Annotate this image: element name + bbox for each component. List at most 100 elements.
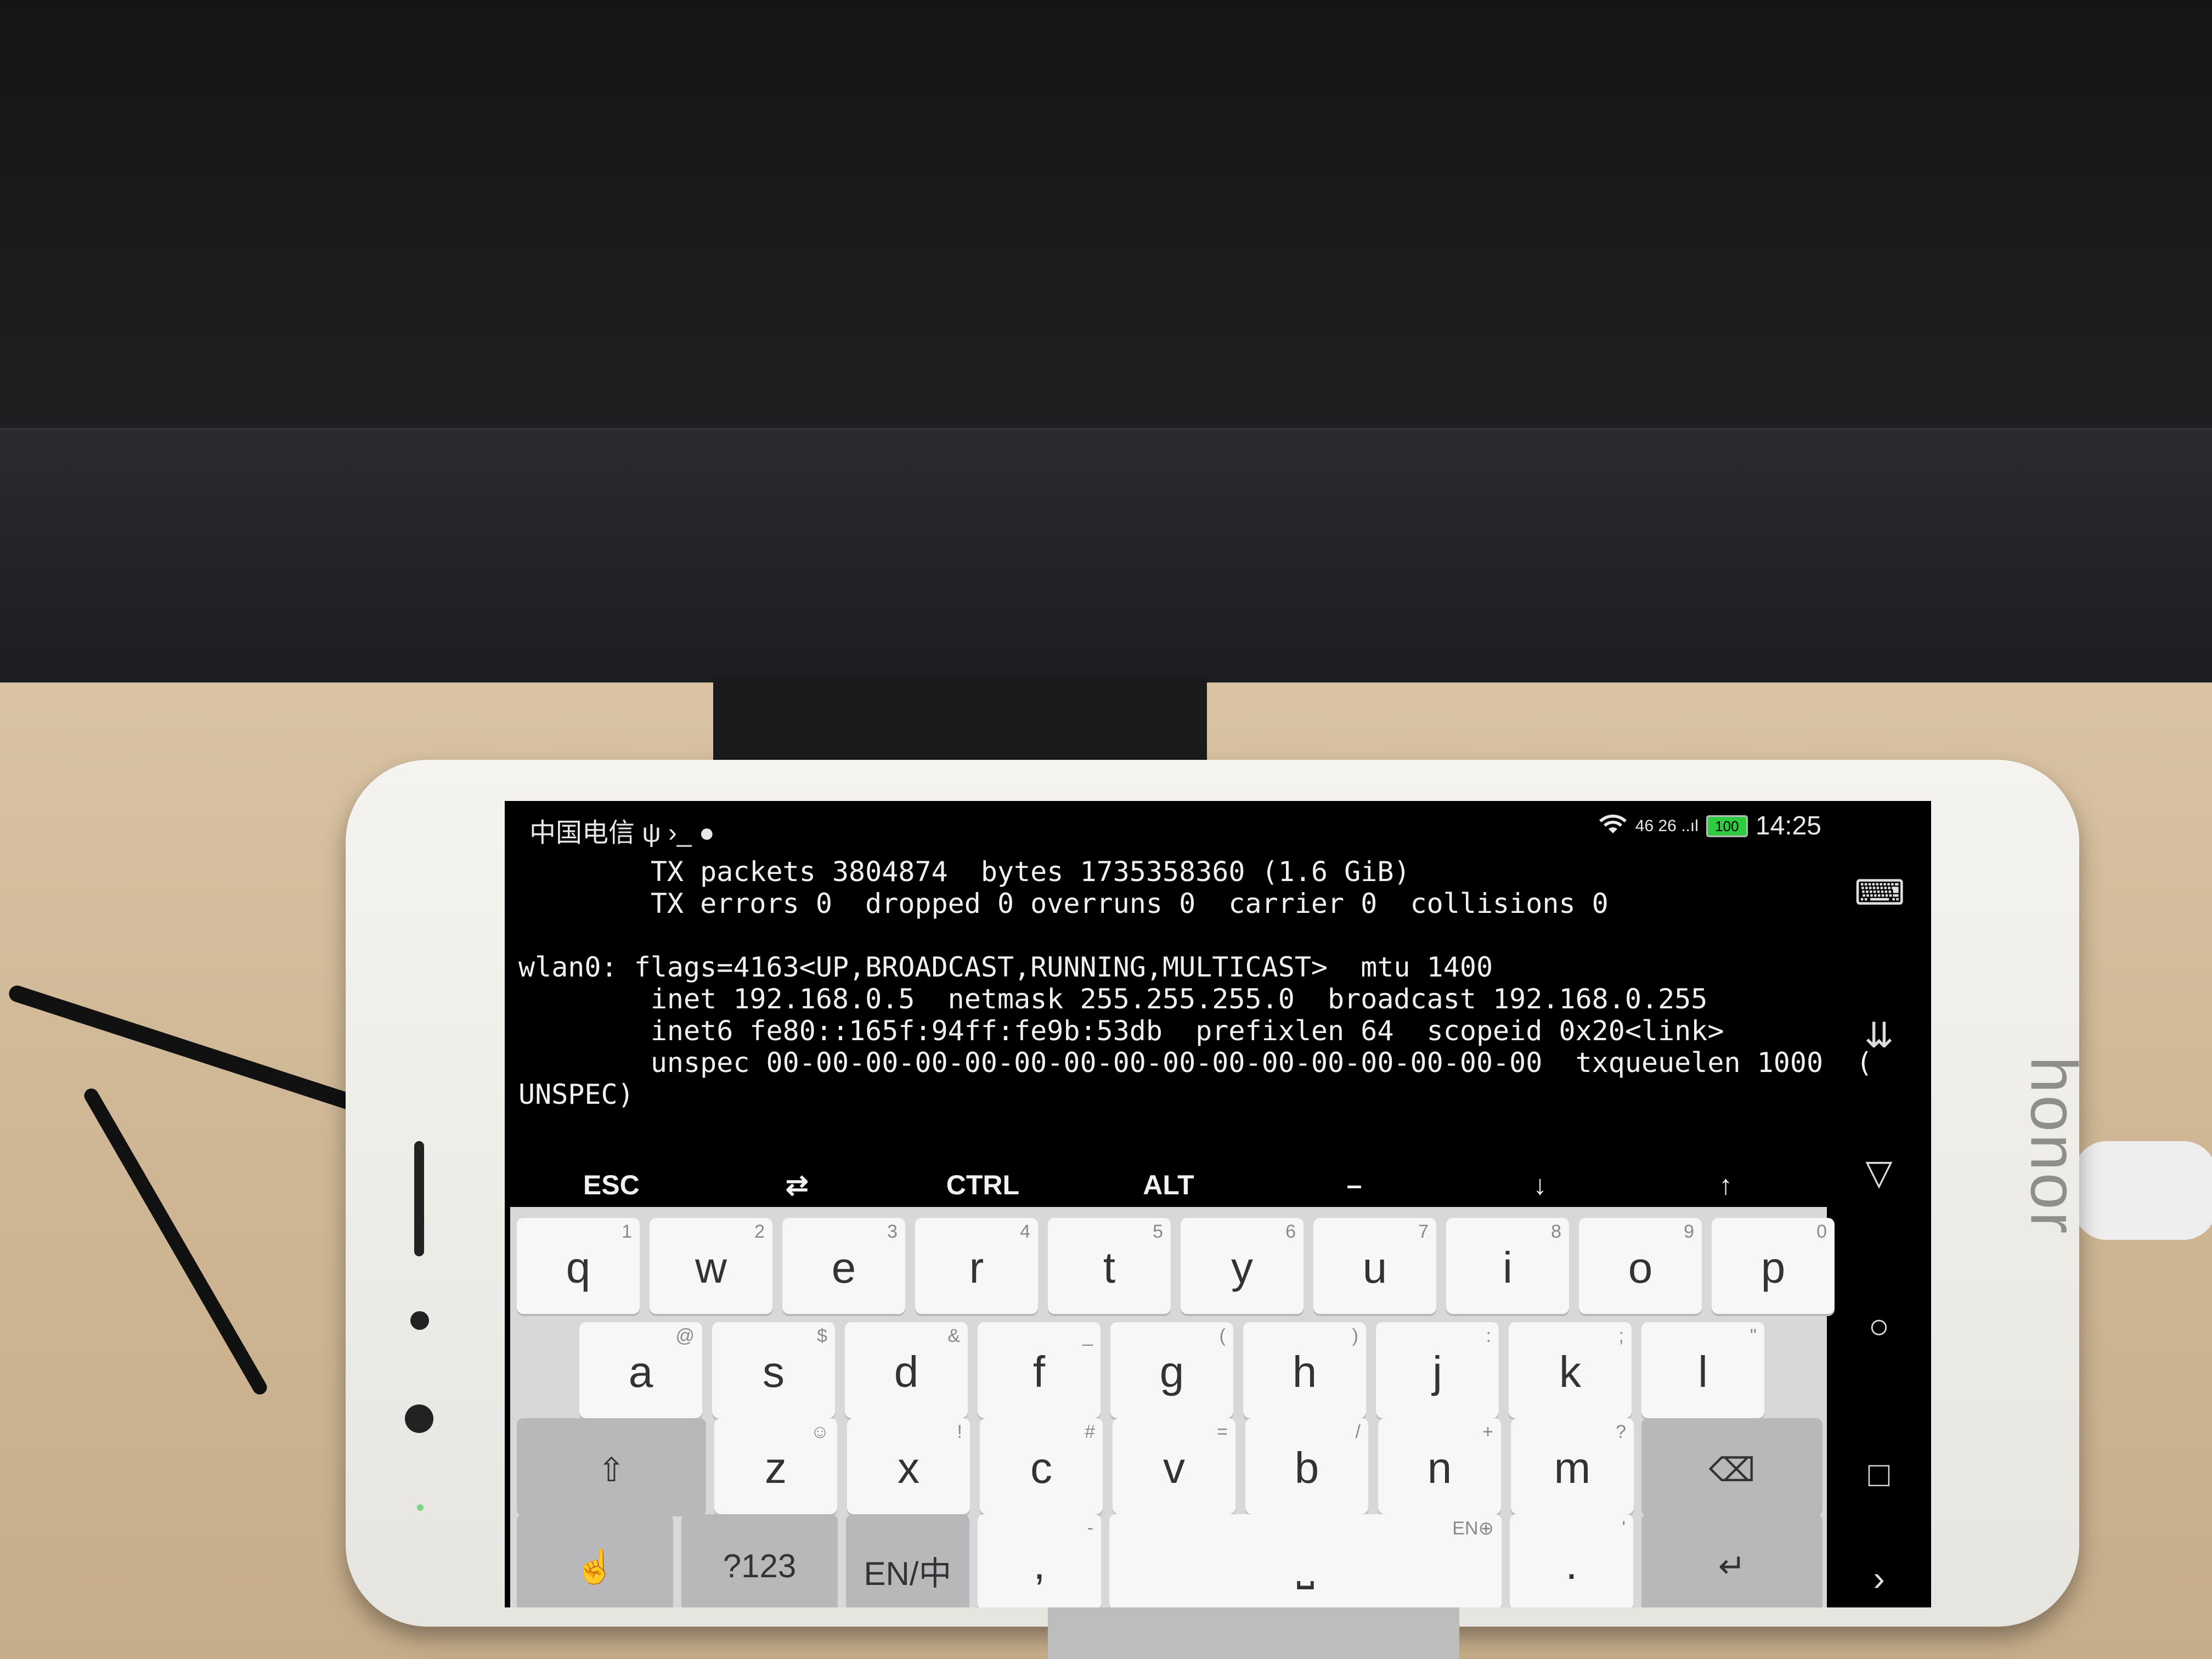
key-s[interactable]: s $ [712, 1322, 835, 1418]
key-h[interactable]: h) [1243, 1322, 1366, 1418]
key-o[interactable]: o9 [1579, 1218, 1702, 1314]
numbers-key[interactable]: ?123 [681, 1514, 838, 1607]
home-icon[interactable]: ○ [1854, 1306, 1904, 1346]
key-hint: ) [1352, 1325, 1358, 1346]
key-f[interactable]: f _ [978, 1322, 1101, 1418]
key-hint: 9 [1684, 1221, 1694, 1242]
key-hint: ? [1616, 1421, 1626, 1442]
key-hint: = [1217, 1421, 1228, 1442]
monitor-stand [713, 675, 1207, 768]
extra-key[interactable]: CTRL [928, 1169, 1037, 1201]
key-label: y [1231, 1243, 1253, 1292]
key-label: ↵ [1718, 1548, 1746, 1584]
key-label: n [1427, 1443, 1452, 1492]
key-hint: ☺ [810, 1421, 830, 1442]
key-label: ☝ [574, 1548, 616, 1585]
key-hint: ; [1618, 1325, 1624, 1346]
key-label: p [1760, 1243, 1786, 1292]
key-label: r [969, 1243, 984, 1292]
shift-key[interactable]: ⇧ [517, 1418, 706, 1514]
key-t[interactable]: t5 [1048, 1218, 1171, 1314]
key-label: j [1432, 1347, 1442, 1396]
key-z[interactable]: z ☺ [714, 1418, 837, 1514]
key-n[interactable]: n + [1378, 1418, 1501, 1514]
status-icons: 46 26 ..ıl 100 14:25 [1598, 811, 1821, 841]
key-hint: 2 [754, 1221, 765, 1242]
key-label: EN/中 [864, 1555, 952, 1592]
soft-keyboard: q 1 w 2 e 3 r 4 t 5 y 6 u 7 i 8 o 9 p 0 a @ s $ d & f _ g(h) j: k; l " ⇧ z… [510, 1207, 1835, 1607]
monitor-bezel [0, 428, 2212, 682]
key-hint: - [1087, 1517, 1093, 1538]
key-hint: # [1085, 1421, 1095, 1442]
extra-key[interactable]: ↑ [1671, 1169, 1781, 1201]
key-d[interactable]: d & [845, 1322, 968, 1418]
key-p[interactable]: p0 [1712, 1218, 1835, 1314]
terminal-line: wlan0: flags=4163<UP,BROADCAST,RUNNING,M… [518, 951, 1493, 983]
keyboard-icon[interactable]: ⌨ [1854, 872, 1905, 913]
comma-key[interactable]: ,- [978, 1514, 1101, 1607]
usb-cable [2074, 1141, 2212, 1240]
key-b[interactable]: b / [1245, 1418, 1368, 1514]
key-e[interactable]: e3 [782, 1218, 905, 1314]
extra-key[interactable]: ALT [1114, 1169, 1223, 1201]
key-hint: 0 [1816, 1221, 1827, 1242]
key-g[interactable]: g( [1110, 1322, 1233, 1418]
key-hint: : [1486, 1325, 1491, 1346]
key-label: ⎵ [1296, 1539, 1314, 1588]
terminal-line: TX errors 0 dropped 0 overruns 0 carrier… [518, 888, 1609, 919]
key-w[interactable]: w2 [650, 1218, 772, 1314]
key-label: i [1503, 1243, 1513, 1292]
key-l[interactable]: l " [1641, 1322, 1764, 1418]
key-q[interactable]: q1 [517, 1218, 640, 1314]
terminal-line: UNSPEC) [518, 1079, 634, 1110]
carrier-label: 中国电信 ψ ›_ ● [529, 819, 715, 848]
key-u[interactable]: u7 [1313, 1218, 1436, 1314]
navigation-bar: ⌨ ⇊ ▽ ○ □ › [1827, 850, 1931, 1607]
key-label: a [628, 1347, 653, 1396]
terminal-line: inet6 fe80::165f:94ff:fe9b:53db prefixle… [518, 1015, 1724, 1047]
key-hint: 7 [1418, 1221, 1429, 1242]
key-k[interactable]: k; [1509, 1322, 1632, 1418]
brand-logo: honor [2017, 1056, 2091, 1236]
space-key[interactable]: ⎵ EN⊕ [1109, 1514, 1502, 1607]
key-c[interactable]: c # [980, 1418, 1103, 1514]
enter-key[interactable]: ↵ [1641, 1514, 1822, 1607]
key-hint: $ [817, 1325, 827, 1346]
terminal-line: unspec 00-00-00-00-00-00-00-00-00-00-00-… [518, 1047, 1873, 1079]
key-m[interactable]: m? [1511, 1418, 1634, 1514]
extra-key[interactable]: – [1300, 1169, 1409, 1201]
key-j[interactable]: j: [1376, 1322, 1499, 1418]
gesture-key[interactable]: ☝ [517, 1514, 673, 1607]
back-icon[interactable]: ▽ [1854, 1152, 1904, 1193]
signal-icon: 46 26 ..ıl [1635, 816, 1699, 835]
key-r[interactable]: r4 [915, 1218, 1038, 1314]
key-label: b [1294, 1443, 1319, 1492]
key-hint: ( [1219, 1325, 1226, 1346]
key-y[interactable]: y6 [1181, 1218, 1304, 1314]
extra-key[interactable]: ⇄ [742, 1169, 852, 1201]
extra-key[interactable]: ↓ [1485, 1169, 1595, 1201]
key-label: ?123 [723, 1548, 797, 1584]
collapse-icon[interactable]: ⇊ [1854, 1015, 1904, 1056]
extra-key[interactable]: ESC [556, 1169, 666, 1201]
period-key[interactable]: . ' [1510, 1514, 1633, 1607]
key-label: c [1030, 1443, 1052, 1492]
key-label: q [566, 1243, 591, 1292]
language-key[interactable]: EN/中 [846, 1514, 969, 1607]
key-hint: ! [957, 1421, 962, 1442]
key-label: x [898, 1443, 919, 1492]
wifi-icon [1598, 811, 1628, 841]
key-label: v [1163, 1443, 1185, 1492]
key-label: ⌫ [1708, 1452, 1756, 1488]
key-i[interactable]: i8 [1446, 1218, 1569, 1314]
key-label: l [1698, 1347, 1708, 1396]
key-hint: " [1750, 1325, 1757, 1346]
recents-icon[interactable]: □ [1854, 1454, 1904, 1494]
key-x[interactable]: x! [847, 1418, 970, 1514]
key-label: k [1559, 1347, 1581, 1396]
key-a[interactable]: a @ [579, 1322, 702, 1418]
key-v[interactable]: v = [1113, 1418, 1235, 1514]
chevron-right-icon[interactable]: › [1854, 1558, 1904, 1599]
key-label: e [831, 1243, 856, 1292]
backspace-key[interactable]: ⌫ [1641, 1418, 1822, 1514]
